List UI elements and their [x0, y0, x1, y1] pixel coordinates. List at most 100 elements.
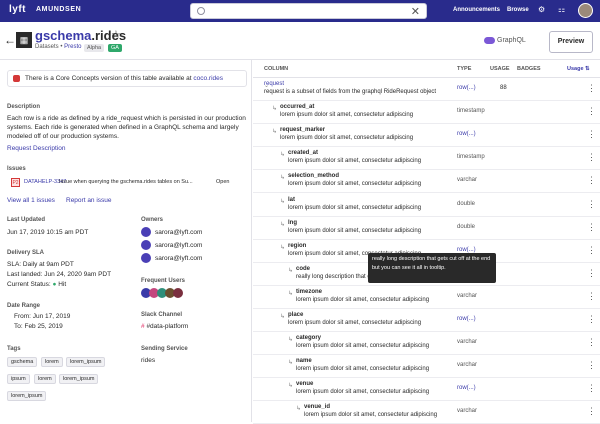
coco-alert: There is a Core Concepts version of this… [7, 70, 247, 87]
lyft-logo[interactable]: lyft [9, 4, 26, 15]
more-options-icon[interactable]: ⋮ [587, 175, 596, 186]
schema-name[interactable]: gschema [35, 28, 91, 43]
column-name[interactable]: region [288, 243, 306, 249]
request-description-link[interactable]: Request Description [7, 144, 66, 153]
tag-item[interactable]: lorem_ipsum [66, 357, 106, 367]
nested-arrow-icon: ↳ [288, 337, 294, 344]
nav-announcements[interactable]: Announcements [453, 7, 500, 13]
nested-arrow-icon: ↳ [296, 406, 302, 413]
column-name[interactable]: timezone [296, 289, 322, 295]
more-options-icon[interactable]: ⋮ [587, 360, 596, 371]
more-options-icon[interactable]: ⋮ [587, 291, 596, 302]
column-description: lorem ipsum dolor sit amet, consectetur … [288, 158, 422, 165]
column-name[interactable]: request_marker [280, 127, 325, 133]
column-type[interactable]: row(...) [457, 316, 476, 322]
type-header: TYPE [457, 66, 472, 72]
nested-arrow-icon: ↳ [280, 244, 286, 251]
description-heading: Description [7, 104, 41, 110]
more-options-icon[interactable]: ⋮ [587, 337, 596, 348]
column-description: lorem ipsum dolor sit amet, consectetur … [296, 296, 430, 303]
column-name[interactable]: created_at [288, 150, 318, 156]
table-row[interactable]: ↳ occurred_at lorem ipsum dolor sit amet, … [253, 101, 600, 125]
issue-row[interactable]: P2 DATAHELP-3347 Issue when querying the… [7, 177, 247, 189]
column-name[interactable]: venue [296, 381, 313, 387]
bug-icon[interactable]: ⚏ [558, 5, 565, 14]
table-header: ← ▦ gschema.rides ☆ Datasets • Presto Al… [0, 22, 600, 60]
column-name[interactable]: place [288, 312, 303, 318]
report-issue-link[interactable]: Report an issue [66, 196, 112, 205]
column-name[interactable]: request [264, 81, 284, 87]
table-row[interactable]: ↳ timezone lorem ipsum dolor sit amet, con… [253, 286, 600, 309]
table-row[interactable]: ↳ venue_id lorem ipsum dolor sit amet, con… [253, 401, 600, 424]
column-name[interactable]: name [296, 358, 312, 364]
column-description: lorem ipsum dolor sit amet, consectetur … [288, 320, 422, 326]
table-row[interactable]: ↳ lat lorem ipsum dolor sit amet, consecte… [253, 194, 600, 217]
nav-browse[interactable]: Browse [507, 7, 529, 13]
alert-link[interactable]: coco.rides [193, 75, 223, 82]
column-name[interactable]: category [296, 335, 321, 341]
slack-channel[interactable]: # #data-platform [141, 322, 188, 331]
more-options-icon[interactable]: ⋮ [587, 383, 596, 394]
range-from: From: Jun 17, 2019 [14, 313, 71, 320]
tag-item[interactable]: lorem [41, 357, 63, 367]
tag-item[interactable]: ipsum [7, 374, 30, 384]
tag-item[interactable]: lorem_ipsum [59, 374, 99, 384]
table-row[interactable]: ↳ created_at lorem ipsum dolor sit amet, c… [253, 147, 600, 171]
table-row[interactable]: ↳ selection_method lorem ipsum dolor sit a… [253, 170, 600, 194]
more-options-icon[interactable]: ⋮ [587, 106, 596, 117]
table-row[interactable]: ↳ lng lorem ipsum dolor sit amet, consecte… [253, 217, 600, 240]
column-name[interactable]: selection_method [288, 173, 339, 179]
left-panel: There is a Core Concepts version of this… [0, 60, 252, 422]
frequent-users-heading: Frequent Users [141, 278, 186, 284]
usage-sort[interactable]: Usage ⇅ [567, 66, 590, 72]
source-graphql[interactable]: GraphQL [497, 37, 526, 44]
back-arrow-icon[interactable]: ← [4, 33, 16, 47]
tag-item[interactable]: gschema [7, 357, 38, 367]
preview-button[interactable]: Preview [549, 31, 593, 53]
more-options-icon[interactable]: ⋮ [587, 222, 596, 233]
user-avatar[interactable] [578, 3, 593, 18]
column-type[interactable]: row(...) [457, 385, 476, 391]
more-options-icon[interactable]: ⋮ [587, 199, 596, 210]
last-updated-heading: Last Updated [7, 217, 46, 223]
column-type: varchar [457, 292, 478, 299]
table-row[interactable]: ↳ category lorem ipsum dolor sit amet, con… [253, 332, 600, 356]
owner-email[interactable]: sarora@lyft.com [155, 228, 202, 237]
clear-search-icon[interactable]: ✕ [411, 5, 420, 18]
more-options-icon[interactable]: ⋮ [587, 245, 596, 256]
usage-header: USAGE [490, 66, 510, 72]
owner-email[interactable]: sarora@lyft.com [155, 254, 202, 263]
more-options-icon[interactable]: ⋮ [587, 406, 596, 417]
column-name[interactable]: venue_id [304, 404, 330, 410]
table-row[interactable]: ↳ name lorem ipsum dolor sit amet, consect… [253, 355, 600, 379]
table-row[interactable]: ↳ venue lorem ipsum dolor sit amet, consec… [253, 378, 600, 402]
column-name[interactable]: lat [288, 197, 295, 203]
column-header: COLUMN [264, 66, 289, 72]
more-options-icon[interactable]: ⋮ [587, 129, 596, 140]
column-name[interactable]: lng [288, 220, 297, 226]
tag-item[interactable]: lorem [34, 374, 56, 384]
more-options-icon[interactable]: ⋮ [587, 268, 596, 279]
column-type[interactable]: row(...) [457, 131, 476, 137]
tag-item[interactable]: lorem_ipsum [7, 391, 47, 401]
column-type[interactable]: row(...) [457, 247, 476, 253]
owner-email[interactable]: sarora@lyft.com [155, 241, 202, 250]
more-options-icon[interactable]: ⋮ [587, 83, 596, 94]
nested-arrow-icon: ↳ [272, 129, 278, 136]
community-icon[interactable]: ⚙ [538, 5, 545, 14]
search-bar[interactable]: ✕ [190, 3, 427, 19]
more-options-icon[interactable]: ⋮ [587, 314, 596, 325]
crumb-datasets[interactable]: Datasets [35, 44, 59, 50]
table-row[interactable]: ⌄ request request is a subset of fields fr… [253, 78, 600, 101]
more-options-icon[interactable]: ⋮ [587, 152, 596, 163]
bookmark-star-icon[interactable]: ☆ [111, 28, 121, 41]
user-avatar[interactable] [173, 288, 183, 298]
table-row[interactable]: ↳ place lorem ipsum dolor sit amet, consec… [253, 309, 600, 332]
table-row[interactable]: ↳ request_marker lorem ipsum dolor sit ame… [253, 124, 600, 148]
crumb-presto[interactable]: Presto [64, 44, 81, 50]
view-all-issues-link[interactable]: View all 1 issues [7, 196, 55, 205]
column-type: double [457, 200, 476, 207]
column-type[interactable]: row(...) [457, 85, 476, 91]
column-name[interactable]: occurred_at [280, 104, 314, 110]
column-name[interactable]: code [296, 266, 310, 272]
